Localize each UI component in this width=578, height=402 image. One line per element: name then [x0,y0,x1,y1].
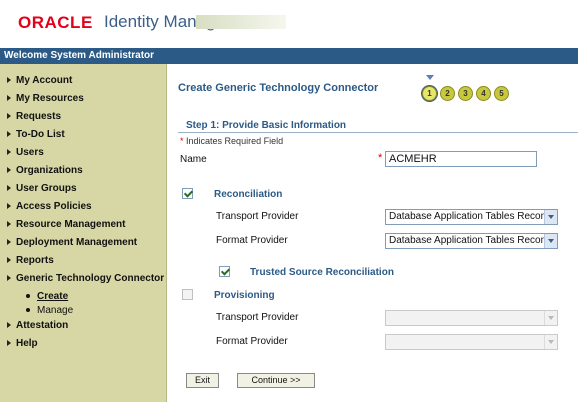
sidebar-item-label: User Groups [16,183,77,194]
chevron-right-icon [7,322,11,329]
header-decoration [196,15,286,29]
sidebar-item-reports[interactable]: Reports [7,255,54,266]
prov-transport-provider-label: Transport Provider [216,312,299,323]
step-5: 5 [494,86,509,101]
step-4: 4 [476,86,491,101]
recon-transport-provider-select[interactable]: Database Application Tables Recon [385,209,558,225]
welcome-bar: Welcome System Administrator [0,48,578,64]
sidebar-item-label: Organizations [16,165,83,176]
sidebar-item-label: Deployment Management [16,237,138,248]
sidebar-subitem-label: Create [37,291,69,302]
bullet-icon [26,294,30,299]
sidebar-item-organizations[interactable]: Organizations [7,165,83,176]
continue-button[interactable]: Continue >> [237,373,315,388]
chevron-down-icon [7,275,11,282]
sidebar-item-attestation[interactable]: Attestation [7,320,68,331]
sidebar-item-generic-technology-connector[interactable]: Generic Technology Connector [7,273,164,284]
bullet-icon [26,308,30,313]
step-1: 1 [422,86,437,101]
chevron-down-icon [544,234,557,248]
trusted-source-checkbox[interactable] [219,266,230,277]
sidebar-item-deployment-management[interactable]: Deployment Management [7,237,137,248]
sidebar-item-user-groups[interactable]: User Groups [7,183,77,194]
sidebar-item-label: Generic Technology Connector [16,273,165,284]
app-header: ORACLE Identity Manager [0,0,578,48]
chevron-right-icon [7,149,11,156]
chevron-right-icon [7,95,11,102]
sidebar-item-label: Attestation [16,320,69,331]
step-indicator: 1 2 3 4 5 [422,75,532,102]
sidebar-item-my-resources[interactable]: My Resources [7,93,84,104]
sidebar-subitem-label: Manage [37,305,74,316]
chevron-down-icon [544,210,557,224]
sidebar-item-label: Reports [16,255,54,266]
chevron-right-icon [7,221,11,228]
main-content: Create Generic Technology Connector 1 2 … [168,64,578,402]
chevron-right-icon [7,239,11,246]
chevron-right-icon [7,340,11,347]
sidebar-item-to-do-list[interactable]: To-Do List [7,129,65,140]
current-step-marker-icon [426,75,434,80]
chevron-right-icon [7,203,11,210]
required-note: * Indicates Required Field [180,136,283,146]
required-note-text: Indicates Required Field [186,136,284,146]
chevron-down-icon [544,311,557,325]
sidebar-item-label: To-Do List [16,129,65,140]
provisioning-checkbox[interactable] [182,289,193,300]
name-label: Name [180,154,207,165]
step-title: Step 1: Provide Basic Information [186,120,347,131]
sidebar-item-label: Help [16,338,38,349]
chevron-down-icon [544,335,557,349]
exit-button[interactable]: Exit [186,373,219,388]
sidebar-item-my-account[interactable]: My Account [7,75,72,86]
sidebar-item-access-policies[interactable]: Access Policies [7,201,92,212]
divider [178,132,578,133]
step-3: 3 [458,86,473,101]
sidebar-item-label: My Account [16,75,73,86]
recon-format-provider-label: Format Provider [216,235,288,246]
page-title: Create Generic Technology Connector [178,82,379,94]
recon-format-provider-select[interactable]: Database Application Tables Recon [385,233,558,249]
reconciliation-label: Reconciliation [214,189,283,200]
oracle-logo: ORACLE [18,13,93,32]
sidebar-item-users[interactable]: Users [7,147,44,158]
sidebar-item-resource-management[interactable]: Resource Management [7,219,125,230]
chevron-right-icon [7,185,11,192]
required-star-icon: * [180,136,184,146]
prov-transport-provider-select[interactable] [385,310,558,326]
step-2: 2 [440,86,455,101]
sidebar-item-label: Resource Management [16,219,126,230]
chevron-right-icon [7,113,11,120]
select-value: Database Application Tables Recon [389,235,547,246]
sidebar-item-requests[interactable]: Requests [7,111,61,122]
prov-format-provider-select[interactable] [385,334,558,350]
chevron-right-icon [7,167,11,174]
recon-transport-provider-label: Transport Provider [216,211,299,222]
prov-format-provider-label: Format Provider [216,336,288,347]
chevron-right-icon [7,131,11,138]
sidebar-subitem-create[interactable]: Create [26,291,68,302]
sidebar-item-help[interactable]: Help [7,338,38,349]
sidebar-item-label: Users [16,147,44,158]
reconciliation-checkbox[interactable] [182,188,193,199]
sidebar-item-label: Requests [16,111,62,122]
select-value: Database Application Tables Recon [389,211,547,222]
provisioning-label: Provisioning [214,290,275,301]
chevron-right-icon [7,77,11,84]
sidebar-item-label: My Resources [16,93,84,104]
required-star-icon: * [378,152,383,164]
name-field[interactable] [385,151,537,167]
sidebar: My Account My Resources Requests To-Do L… [0,64,167,402]
chevron-right-icon [7,257,11,264]
sidebar-item-label: Access Policies [16,201,92,212]
trusted-source-label: Trusted Source Reconciliation [250,267,394,278]
sidebar-subitem-manage[interactable]: Manage [26,305,73,316]
